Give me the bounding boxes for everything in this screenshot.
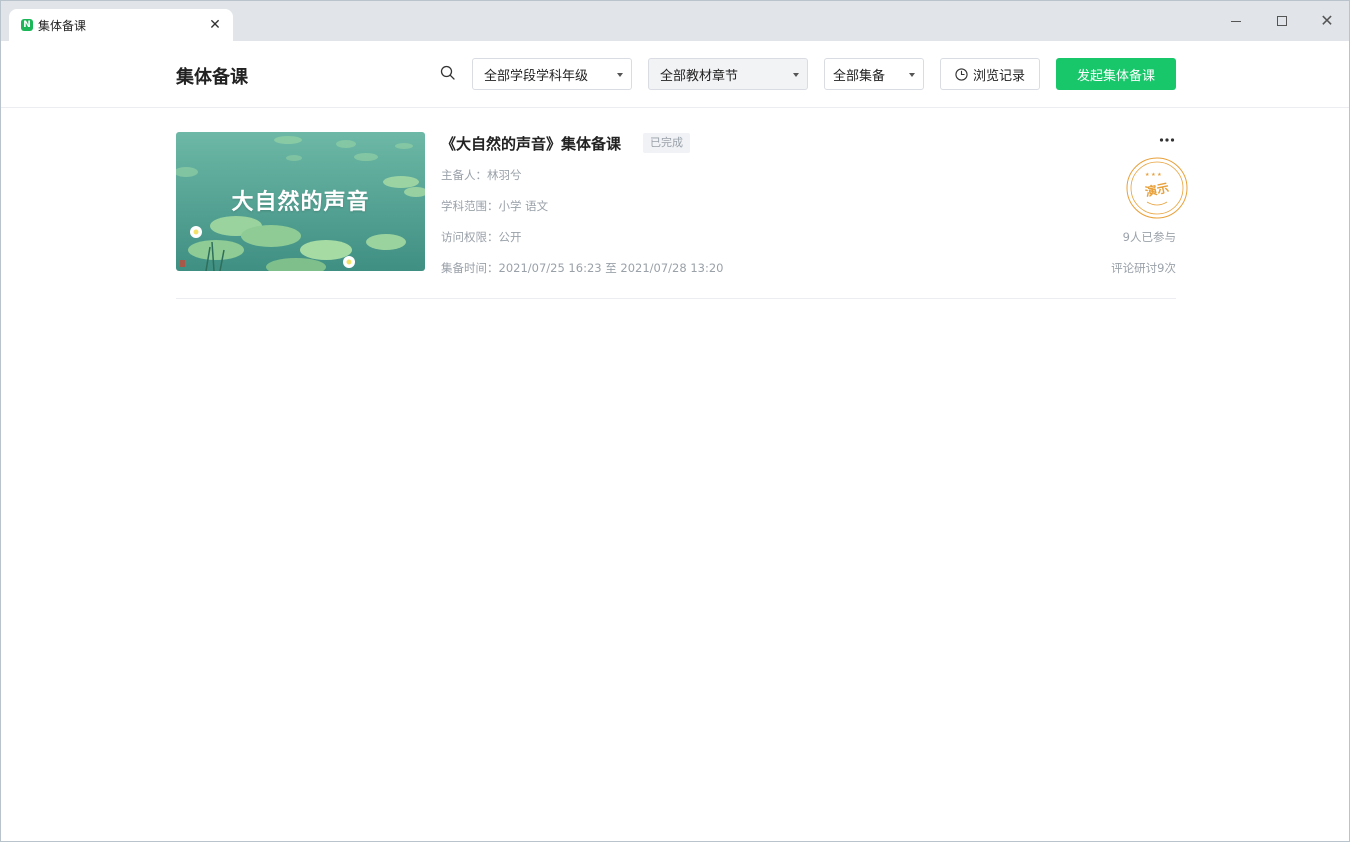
grade-filter-select[interactable]: 全部学段学科年级 [472,58,632,90]
lesson-title[interactable]: 《大自然的声音》集体备课 [441,133,621,154]
browse-history-label: 浏览记录 [972,68,1025,84]
chevron-down-icon [617,73,623,77]
chapter-filter-select[interactable]: 全部教材章节 [648,58,808,90]
chevron-down-icon [793,73,799,77]
page-header: 集体备课 全部学段学科年级 全部教材章节 全部集备 浏览记录 发起集体备课 [1,41,1349,108]
stamp-text: 演示 [1144,180,1171,200]
close-window-button[interactable]: ✕ [1304,1,1349,41]
title-bar: N 集体备课 ✕ ✕ [1,1,1349,41]
lesson-access: 访问权限：公开 [441,230,522,244]
status-badge: 已完成 [643,133,690,153]
app-logo-icon: N [21,19,33,31]
browse-history-button[interactable]: 浏览记录 [940,58,1040,90]
minimize-icon [1231,20,1241,22]
maximize-icon [1277,16,1287,26]
tab-title: 集体备课 [38,18,87,33]
page-title: 集体备课 [176,67,248,88]
lesson-list-item[interactable]: 大自然的声音 《大自然的声音》集体备课 已完成 主备人：林羽兮 学科范围：小学 … [176,132,1188,299]
app-window: N 集体备课 ✕ ✕ 集体备课 全部学段学科年级 全部教材章节 全部集备 浏览记… [0,0,1350,842]
create-lesson-button[interactable]: 发起集体备课 [1056,58,1176,90]
lesson-subject: 学科范围：小学 语文 [441,199,549,213]
lesson-thumbnail[interactable]: 大自然的声音 [176,132,425,271]
close-icon: ✕ [1320,11,1334,30]
search-icon[interactable] [440,65,456,81]
grade-filter-value: 全部学段学科年级 [484,68,589,84]
type-filter-value: 全部集备 [833,68,886,84]
chevron-down-icon [909,73,915,77]
clock-icon [955,67,968,81]
lesson-host: 主备人：林羽兮 [441,168,522,182]
maximize-button[interactable] [1259,1,1305,41]
demo-stamp: ★ ★ ★ 演示 [1126,157,1188,219]
participant-count: 9人已参与 [1122,230,1176,244]
type-filter-select[interactable]: 全部集备 [824,58,924,90]
comment-count: 评论研讨9次 [1111,261,1176,275]
more-options-icon[interactable] [1159,136,1175,144]
svg-text:★ ★ ★: ★ ★ ★ [1145,172,1162,178]
lesson-time: 集备时间：2021/07/25 16:23 至 2021/07/28 13:20 [441,261,724,275]
browser-tab[interactable]: N 集体备课 ✕ [9,9,233,41]
chapter-filter-value: 全部教材章节 [660,68,739,84]
tab-close-icon[interactable]: ✕ [207,17,223,33]
minimize-button[interactable] [1213,1,1259,41]
thumbnail-title: 大自然的声音 [231,190,370,215]
